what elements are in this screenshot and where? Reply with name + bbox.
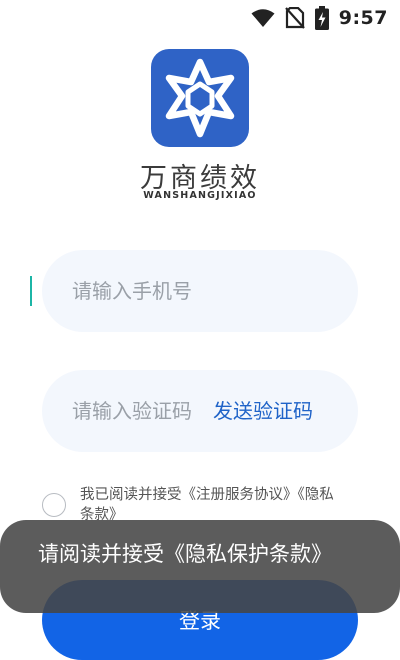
send-code-button[interactable]: 发送验证码 <box>213 370 313 452</box>
text-caret <box>30 276 32 306</box>
verify-code-field: 发送验证码 <box>42 370 358 452</box>
app-logo <box>151 49 249 147</box>
battery-charging-icon <box>314 6 329 30</box>
phone-input[interactable] <box>72 250 332 332</box>
wifi-icon <box>251 9 275 27</box>
star-logo-icon <box>165 58 235 138</box>
no-sim-icon <box>284 7 305 29</box>
agreement-checkbox[interactable] <box>42 493 66 517</box>
toast-message: 请阅读并接受《隐私保护条款》 <box>38 542 332 566</box>
verify-code-input[interactable] <box>72 370 212 452</box>
status-bar: 9:57 <box>0 0 400 36</box>
agreement-text[interactable]: 我已阅读并接受《注册服务协议》《隐私 <box>80 485 400 525</box>
toast: 请阅读并接受《隐私保护条款》 <box>0 520 400 613</box>
status-time: 9:57 <box>338 7 388 29</box>
phone-field <box>42 250 358 332</box>
brand-name-en: WANSHANGJIXIAO <box>143 190 257 201</box>
status-icons: 9:57 <box>251 6 388 30</box>
